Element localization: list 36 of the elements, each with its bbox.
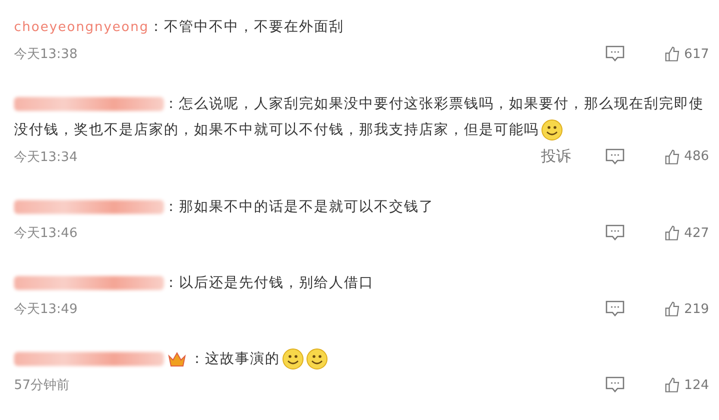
comment-time: 今天13:34 xyxy=(14,148,78,166)
reply-button[interactable] xyxy=(605,376,625,394)
comment-icon xyxy=(605,45,625,63)
comment-time: 今天13:49 xyxy=(14,301,78,318)
comment-text: ：怎么说呢，人家刮完如果没中要付这张彩票钱吗，如果要付，那么现在刮完即使没付钱，奖也不是店家的，如果不中就可以不付钱，那我支持店家，但是可能吗 xyxy=(14,91,709,143)
comment-text: choeyeongnyeong：不管中不中，不要在外面刮 xyxy=(14,18,345,37)
comment-time: 今天13:46 xyxy=(14,225,78,242)
smiley-icon xyxy=(541,119,563,142)
thumbs-up-icon xyxy=(665,376,680,394)
like-button[interactable]: 427 xyxy=(665,224,709,242)
comment-text: ：那如果不中的话是不是就可以不交钱了 xyxy=(14,194,709,220)
thumbs-up-icon xyxy=(665,45,680,63)
comment-icon xyxy=(605,300,625,318)
reply-button[interactable] xyxy=(605,300,625,318)
smiley-icon xyxy=(282,348,304,370)
like-button[interactable]: 219 xyxy=(665,300,709,318)
thumbs-up-icon xyxy=(665,300,680,318)
smiley-icon xyxy=(306,348,328,370)
reply-button[interactable] xyxy=(605,224,625,242)
like-button[interactable]: 124 xyxy=(665,376,709,394)
crown-icon xyxy=(168,351,186,368)
like-button[interactable]: 486 xyxy=(665,148,709,166)
reply-button[interactable] xyxy=(605,148,625,166)
report-link[interactable]: 投诉 xyxy=(541,147,571,166)
reply-button[interactable] xyxy=(605,45,625,63)
comment-text: ：这故事演的 xyxy=(14,346,709,372)
thumbs-up-icon xyxy=(665,224,680,242)
comment-text: ：以后还是先付钱，别给人借口 xyxy=(14,270,709,296)
thumbs-up-icon xyxy=(665,148,680,166)
comment-time: 57分钟前 xyxy=(14,377,71,394)
user-name[interactable]: choeyeongnyeong xyxy=(14,20,149,35)
comment-icon xyxy=(605,148,625,166)
like-button[interactable]: 617 xyxy=(665,45,709,63)
comment-icon xyxy=(605,224,625,242)
comment-icon xyxy=(605,376,625,394)
comment-time: 今天13:38 xyxy=(14,46,78,63)
